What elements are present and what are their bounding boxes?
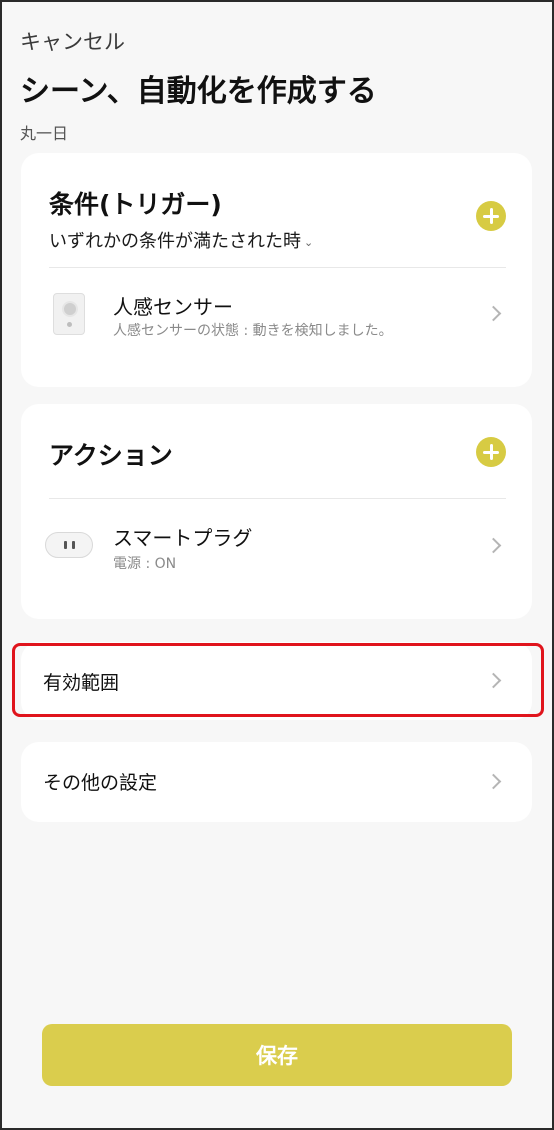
chevron-right-icon xyxy=(485,305,502,322)
effective-range-row[interactable]: 有効範囲 xyxy=(21,642,532,720)
chevron-right-icon xyxy=(485,672,502,689)
condition-match-dropdown[interactable]: いずれかの条件が満たされた時 ⌄ xyxy=(49,227,313,253)
cancel-button[interactable]: キャンセル xyxy=(20,26,125,56)
chevron-down-icon: ⌄ xyxy=(304,235,314,249)
add-action-button[interactable] xyxy=(476,437,506,467)
condition-item-name: 人感センサー xyxy=(113,295,233,319)
divider xyxy=(49,498,506,499)
other-settings-row[interactable]: その他の設定 xyxy=(21,742,532,822)
other-settings-label: その他の設定 xyxy=(43,772,158,794)
actions-heading: アクション xyxy=(49,441,173,470)
save-button[interactable]: 保存 xyxy=(42,1024,512,1086)
condition-item[interactable]: 人感センサー 人感センサーの状態 : 動きを検知しました。 xyxy=(21,281,532,361)
smart-plug-icon xyxy=(45,532,93,558)
motion-sensor-icon xyxy=(53,293,85,335)
action-item-name: スマートプラグ xyxy=(113,526,253,550)
divider xyxy=(49,267,506,268)
actions-card: アクション スマートプラグ 電源 : ON xyxy=(21,404,532,619)
chevron-right-icon xyxy=(485,537,502,554)
chevron-right-icon xyxy=(485,773,502,790)
action-item-description: 電源 : ON xyxy=(113,556,177,572)
action-item[interactable]: スマートプラグ 電源 : ON xyxy=(21,510,532,590)
add-condition-button[interactable] xyxy=(476,201,506,231)
condition-item-description: 人感センサーの状態 : 動きを検知しました。 xyxy=(113,323,393,339)
page-title: シーン、自動化を作成する xyxy=(20,74,377,109)
effective-range-label: 有効範囲 xyxy=(43,672,120,694)
condition-match-label: いずれかの条件が満たされた時 xyxy=(49,231,301,252)
conditions-heading: 条件(トリガー) xyxy=(49,190,222,219)
conditions-card: 条件(トリガー) いずれかの条件が満たされた時 ⌄ 人感センサー 人感センサーの状… xyxy=(21,153,532,387)
schedule-label[interactable]: 丸一日 xyxy=(20,120,68,144)
